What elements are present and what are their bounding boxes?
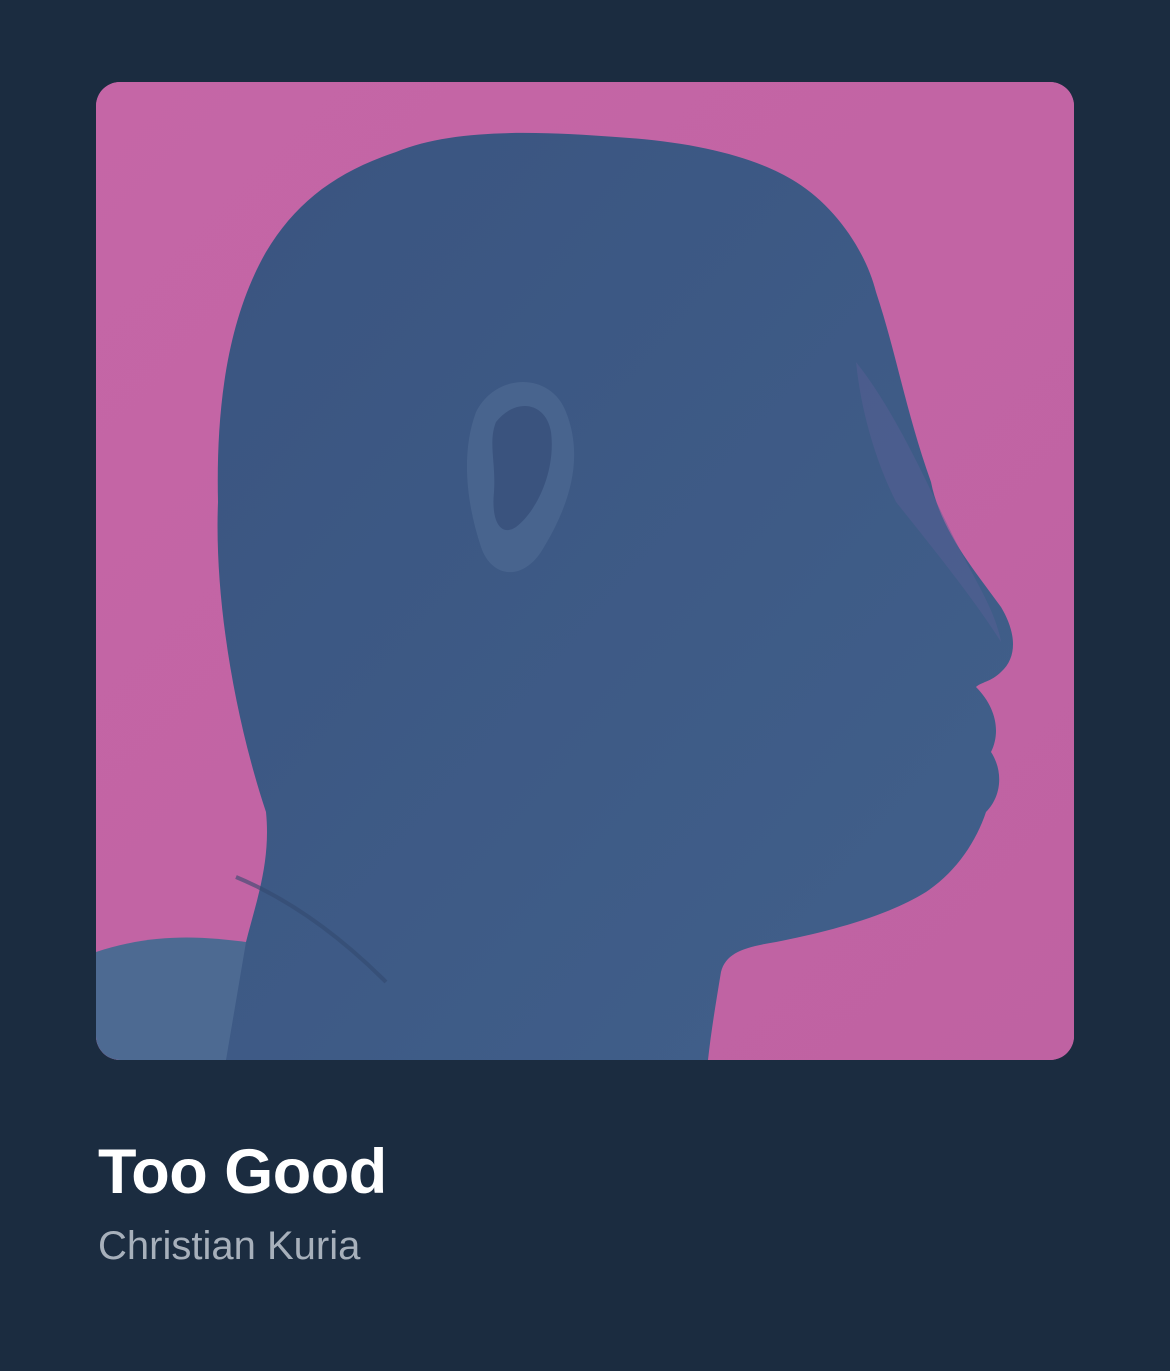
artwork-image: [96, 82, 1074, 1060]
track-artist[interactable]: Christian Kuria: [98, 1224, 360, 1268]
track-title[interactable]: Too Good: [98, 1137, 387, 1207]
album-artwork[interactable]: [96, 82, 1074, 1060]
